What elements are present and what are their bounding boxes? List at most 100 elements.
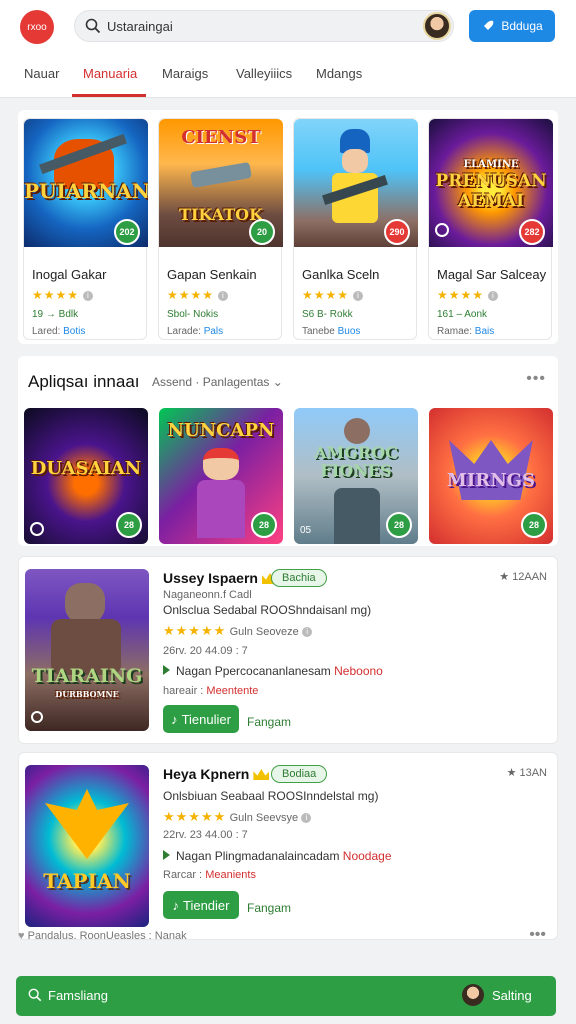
- tile-counter: 05: [300, 525, 312, 536]
- music-note-icon: ♪: [171, 711, 178, 727]
- info-icon[interactable]: i: [83, 291, 94, 301]
- app-list-item[interactable]: TIARAING DURBBOMNE Ussey Ispaern Bachia …: [18, 556, 558, 744]
- category-pill[interactable]: Bachia: [271, 569, 327, 587]
- meta-link[interactable]: Botis: [63, 326, 85, 337]
- search-icon: [28, 988, 42, 1002]
- bottom-search-label: Famsliang: [48, 988, 108, 1003]
- game-card[interactable]: ELAMINE PRENUSAN AEMAI 282 Magal Sar Sal…: [428, 118, 553, 340]
- info-icon[interactable]: i: [302, 627, 313, 637]
- tab-maraigs[interactable]: Maraigs: [162, 66, 208, 81]
- chevron-down-icon: ⌄: [272, 375, 283, 389]
- play-icon[interactable]: [31, 711, 43, 723]
- meta-link[interactable]: Pals: [204, 326, 223, 337]
- tile-badge: 28: [251, 512, 277, 538]
- active-tab-indicator: [72, 94, 146, 97]
- artwork-title: TIARAING: [31, 665, 143, 687]
- game-title: Magal Sar Salceay: [437, 267, 547, 282]
- featured-games-row: PUIARNAN 202 Inogal Gakar ★★★★ i 19 → Bd…: [18, 110, 558, 344]
- app-artwork: TIARAING DURBBOMNE: [25, 569, 149, 731]
- app-tile[interactable]: MIRNGS 28: [429, 408, 553, 544]
- info-icon[interactable]: i: [353, 291, 364, 301]
- game-card[interactable]: CIENST TIKATOK 20 Gapan Senkain ★★★★ i S…: [158, 118, 283, 340]
- brand-logo[interactable]: rxoo: [20, 10, 54, 44]
- more-options-icon[interactable]: •••: [529, 926, 546, 944]
- app-name: Ussey Ispaern: [163, 570, 278, 586]
- header-action-button[interactable]: Bdduga: [469, 10, 555, 42]
- tab-mdangs[interactable]: Mdangs: [316, 66, 362, 81]
- app-list-item[interactable]: TAPIAN Heya Kpnern Bodiaa ★ 13AN Onlsbiu…: [18, 752, 558, 940]
- app-description: Onlsclua Sedabal ROOShndaisanl mg): [163, 603, 372, 617]
- game-card[interactable]: 290 Ganlka Sceln ★★★★ i S6 B- Rokk Taneb…: [293, 118, 418, 340]
- game-meta-secondary: Lared: Botis: [32, 326, 86, 337]
- search-icon: [85, 18, 101, 34]
- app-developer: Naganeonn.f Cadl: [163, 589, 252, 601]
- game-title: Gapan Senkain: [167, 267, 257, 282]
- install-button[interactable]: ♪ Tiendier: [163, 891, 239, 919]
- user-avatar[interactable]: [462, 984, 484, 1006]
- info-icon[interactable]: i: [218, 291, 229, 301]
- section-filter-dropdown[interactable]: Assend · Panlagentas ⌄: [152, 375, 283, 389]
- install-button[interactable]: ♪ Tienulier: [163, 705, 239, 733]
- music-note-icon: ♪: [172, 897, 180, 913]
- artwork-top-text: ELAMINE: [463, 159, 519, 170]
- card-badge: 282: [519, 219, 545, 245]
- search-bar[interactable]: Ustaraingai: [74, 10, 454, 42]
- app-tile[interactable]: NUNCAPN 28: [159, 408, 283, 544]
- header-button-label: Bdduga: [501, 19, 543, 33]
- app-tile[interactable]: DUASAIAN 28: [24, 408, 148, 544]
- meta-link[interactable]: Buos: [338, 326, 361, 337]
- bottom-search-bar[interactable]: Famsliang Salting: [16, 976, 556, 1016]
- user-avatar[interactable]: [423, 12, 451, 40]
- game-meta-secondary: Tanebe Buos: [302, 326, 361, 337]
- app-update-note: Nagan Ppercocananlanesam Neboono: [163, 664, 383, 678]
- rank-label: ★ 13AN: [506, 767, 547, 779]
- artwork-title: PRENUSAN AEMAI: [435, 171, 547, 211]
- artwork-top-text: CIENST: [181, 127, 261, 148]
- tile-badge: 28: [116, 512, 142, 538]
- app-artwork: TAPIAN: [25, 765, 149, 927]
- game-title: Ganlka Sceln: [302, 267, 380, 282]
- app-update-note: Nagan Plingmadanalaincadam Noodage: [163, 849, 392, 863]
- tile-badge: 28: [386, 512, 412, 538]
- app-rating: ★★★★★ Guln Seevsye i: [163, 809, 312, 825]
- play-icon: [163, 850, 170, 860]
- play-icon[interactable]: [30, 522, 44, 536]
- artwork-title: PUIARNAN: [24, 179, 148, 203]
- info-icon[interactable]: i: [488, 291, 499, 301]
- app-tile[interactable]: AMGROC FIONES 05 28: [294, 408, 418, 544]
- play-icon[interactable]: [435, 223, 449, 237]
- rocket-icon: [483, 20, 494, 31]
- game-meta-secondary: Ramae: Bais: [437, 326, 495, 337]
- info-icon[interactable]: i: [301, 813, 312, 823]
- app-stats: 26rv. 20 44.09 : 7: [163, 645, 248, 657]
- more-options-icon[interactable]: •••: [526, 370, 546, 388]
- app-stats: 22rv. 23 44.00 : 7: [163, 829, 248, 841]
- meta-link[interactable]: Bais: [475, 326, 494, 337]
- artwork-title: TAPIAN: [43, 869, 131, 893]
- settings-label[interactable]: Salting: [492, 988, 532, 1003]
- tile-artwork-title: NUNCAPN: [167, 420, 275, 441]
- footer-text: Pandalus. RoonUeasles : Nanak: [27, 930, 187, 942]
- game-meta: 161 – Aonk: [437, 309, 488, 320]
- footer-info: ♥ Pandalus. RoonUeasles : Nanak: [18, 930, 558, 942]
- secondary-link[interactable]: Fangam: [247, 901, 291, 915]
- rating-stars: ★★★★ i: [32, 288, 94, 302]
- tab-valleyiiics[interactable]: Valleyiiics: [236, 66, 292, 81]
- tab-nauar[interactable]: Nauar: [24, 66, 59, 81]
- tab-bar: Nauar Manuaria Maraigs Valleyiiics Mdang…: [0, 56, 576, 98]
- card-badge: 290: [384, 219, 410, 245]
- game-meta: 19 → Bdlk: [32, 309, 79, 320]
- game-meta: S6 B- Rokk: [302, 309, 353, 320]
- game-card[interactable]: PUIARNAN 202 Inogal Gakar ★★★★ i 19 → Bd…: [23, 118, 148, 340]
- app-status: hareair : Meentente: [163, 685, 259, 697]
- tile-artwork-title: AMGROC FIONES: [314, 443, 398, 480]
- search-input[interactable]: Ustaraingai: [107, 19, 173, 34]
- rating-stars: ★★★★ i: [167, 288, 229, 302]
- rating-stars: ★★★★ i: [437, 288, 499, 302]
- secondary-link[interactable]: Fangam: [247, 715, 291, 729]
- card-badge: 20: [249, 219, 275, 245]
- tab-manuaria[interactable]: Manuaria: [83, 66, 137, 81]
- game-meta-secondary: Larade: Pals: [167, 326, 224, 337]
- category-pill[interactable]: Bodiaa: [271, 765, 328, 783]
- heart-icon[interactable]: ♥: [18, 930, 25, 942]
